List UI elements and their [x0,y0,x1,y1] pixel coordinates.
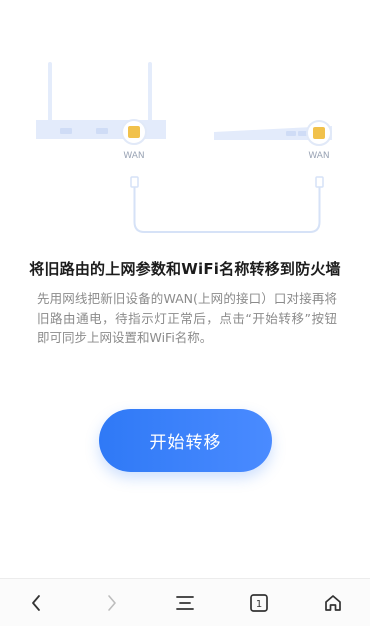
network-cable [130,176,324,233]
menu-button[interactable] [165,583,205,623]
instruction-text: 先用网线把新旧设备的WAN(上网的接口）口对接再将旧路由通电，待指示灯正常后，点… [37,291,337,345]
forward-button[interactable] [91,583,131,623]
tabs-icon: 1 [250,593,268,612]
home-button[interactable] [313,583,353,623]
left-wan-label: WAN [123,151,144,161]
back-button[interactable] [17,583,57,623]
left-router-antenna [148,62,152,126]
router-connection-illustration: WAN WAN [36,62,332,233]
tabs-button[interactable]: 1 [239,583,279,623]
left-router-antenna [48,62,52,126]
home-icon [325,594,341,611]
tab-count: 1 [256,599,262,610]
bottom-navigation-bar: 1 [0,578,370,626]
right-wan-label: WAN [308,151,329,161]
page-title: 将旧路由的上网参数和WiFi名称转移到防火墙 [29,260,341,278]
right-wan-port [306,120,332,146]
back-icon [32,594,40,611]
start-transfer-button[interactable]: 开始转移 [99,409,272,472]
forward-icon [108,594,116,611]
menu-icon [176,595,194,610]
left-wan-port [121,119,147,145]
